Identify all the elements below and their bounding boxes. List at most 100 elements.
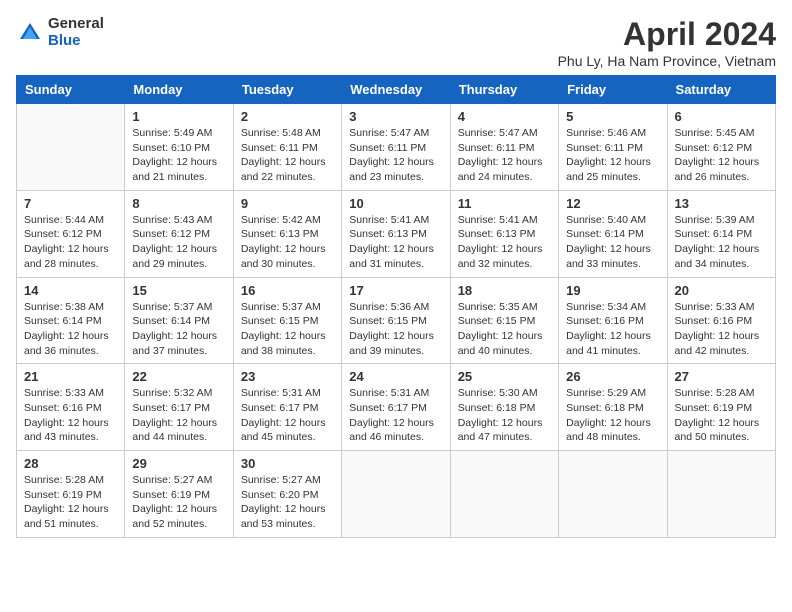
calendar-cell: 8 Sunrise: 5:43 AMSunset: 6:12 PMDaylight… [125,190,233,277]
cell-info: Sunrise: 5:41 AMSunset: 6:13 PMDaylight:… [458,213,551,272]
calendar-cell: 17 Sunrise: 5:36 AMSunset: 6:15 PMDayligh… [342,277,450,364]
calendar-cell [342,451,450,538]
day-number: 5 [566,109,659,124]
day-number: 30 [241,456,334,471]
day-number: 18 [458,283,551,298]
calendar-table: SundayMondayTuesdayWednesdayThursdayFrid… [16,75,776,538]
calendar-cell: 25Sunrise: 5:30 AMSunset: 6:18 PMDayligh… [450,364,558,451]
calendar-cell: 27 Sunrise: 5:28 AMSunset: 6:19 PMDayligh… [667,364,775,451]
cell-info: Sunrise: 5:27 AMSunset: 6:20 PMDaylight:… [241,473,334,532]
logo-general-text: General [48,16,104,33]
calendar-cell: 4 Sunrise: 5:47 AMSunset: 6:11 PMDaylight… [450,104,558,191]
calendar-cell: 21Sunrise: 5:33 AMSunset: 6:16 PMDayligh… [17,364,125,451]
calendar-cell: 30 Sunrise: 5:27 AMSunset: 6:20 PMDayligh… [233,451,341,538]
calendar-cell: 14 Sunrise: 5:38 AMSunset: 6:14 PMDayligh… [17,277,125,364]
day-number: 28 [24,456,117,471]
cell-info: Sunrise: 5:47 AMSunset: 6:11 PMDaylight:… [458,126,551,185]
calendar-cell: 15 Sunrise: 5:37 AMSunset: 6:14 PMDayligh… [125,277,233,364]
day-number: 15 [132,283,225,298]
cell-info: Sunrise: 5:34 AMSunset: 6:16 PMDaylight:… [566,300,659,359]
day-number: 23 [241,369,334,384]
day-number: 11 [458,196,551,211]
cell-info: Sunrise: 5:33 AMSunset: 6:16 PMDaylight:… [675,300,768,359]
calendar-cell: 29 Sunrise: 5:27 AMSunset: 6:19 PMDayligh… [125,451,233,538]
cell-info: Sunrise: 5:39 AMSunset: 6:14 PMDaylight:… [675,213,768,272]
calendar-cell: 28 Sunrise: 5:28 AMSunset: 6:19 PMDayligh… [17,451,125,538]
week-row-5: 28 Sunrise: 5:28 AMSunset: 6:19 PMDayligh… [17,451,776,538]
cell-info: Sunrise: 5:28 AMSunset: 6:19 PMDaylight:… [24,473,117,532]
cell-info: Sunrise: 5:27 AMSunset: 6:19 PMDaylight:… [132,473,225,532]
calendar-cell: 12Sunrise: 5:40 AMSunset: 6:14 PMDayligh… [559,190,667,277]
calendar-cell: 1 Sunrise: 5:49 AMSunset: 6:10 PMDaylight… [125,104,233,191]
header-cell-tuesday: Tuesday [233,76,341,104]
day-number: 4 [458,109,551,124]
cell-info: Sunrise: 5:37 AMSunset: 6:14 PMDaylight:… [132,300,225,359]
calendar-cell: 7Sunrise: 5:44 AMSunset: 6:12 PMDaylight… [17,190,125,277]
day-number: 9 [241,196,334,211]
calendar-cell: 13 Sunrise: 5:39 AMSunset: 6:14 PMDayligh… [667,190,775,277]
calendar-cell: 24Sunrise: 5:31 AMSunset: 6:17 PMDayligh… [342,364,450,451]
day-number: 27 [675,369,768,384]
cell-info: Sunrise: 5:33 AMSunset: 6:16 PMDaylight:… [24,386,117,445]
cell-info: Sunrise: 5:47 AMSunset: 6:11 PMDaylight:… [349,126,442,185]
calendar-cell: 10 Sunrise: 5:41 AMSunset: 6:13 PMDayligh… [342,190,450,277]
calendar-cell: 22Sunrise: 5:32 AMSunset: 6:17 PMDayligh… [125,364,233,451]
calendar-header: SundayMondayTuesdayWednesdayThursdayFrid… [17,76,776,104]
calendar-body: 1 Sunrise: 5:49 AMSunset: 6:10 PMDaylight… [17,104,776,538]
cell-info: Sunrise: 5:28 AMSunset: 6:19 PMDaylight:… [675,386,768,445]
header-cell-friday: Friday [559,76,667,104]
calendar-cell: 6Sunrise: 5:45 AMSunset: 6:12 PMDaylight… [667,104,775,191]
cell-info: Sunrise: 5:30 AMSunset: 6:18 PMDaylight:… [458,386,551,445]
week-row-1: 1 Sunrise: 5:49 AMSunset: 6:10 PMDaylight… [17,104,776,191]
day-number: 10 [349,196,442,211]
day-number: 26 [566,369,659,384]
day-number: 29 [132,456,225,471]
cell-info: Sunrise: 5:36 AMSunset: 6:15 PMDaylight:… [349,300,442,359]
header-cell-thursday: Thursday [450,76,558,104]
page-header: General Blue April 2024 Phu Ly, Ha Nam P… [16,16,776,69]
logo: General Blue [16,16,104,49]
header-cell-monday: Monday [125,76,233,104]
calendar-cell: 26 Sunrise: 5:29 AMSunset: 6:18 PMDayligh… [559,364,667,451]
calendar-title: April 2024 [558,16,776,53]
header-cell-sunday: Sunday [17,76,125,104]
cell-info: Sunrise: 5:42 AMSunset: 6:13 PMDaylight:… [241,213,334,272]
day-number: 20 [675,283,768,298]
day-number: 3 [349,109,442,124]
header-row: SundayMondayTuesdayWednesdayThursdayFrid… [17,76,776,104]
day-number: 17 [349,283,442,298]
day-number: 16 [241,283,334,298]
cell-info: Sunrise: 5:29 AMSunset: 6:18 PMDaylight:… [566,386,659,445]
calendar-cell: 16 Sunrise: 5:37 AMSunset: 6:15 PMDayligh… [233,277,341,364]
cell-info: Sunrise: 5:46 AMSunset: 6:11 PMDaylight:… [566,126,659,185]
day-number: 8 [132,196,225,211]
cell-info: Sunrise: 5:41 AMSunset: 6:13 PMDaylight:… [349,213,442,272]
calendar-cell [450,451,558,538]
day-number: 14 [24,283,117,298]
cell-info: Sunrise: 5:40 AMSunset: 6:14 PMDaylight:… [566,213,659,272]
calendar-cell: 18Sunrise: 5:35 AMSunset: 6:15 PMDayligh… [450,277,558,364]
day-number: 19 [566,283,659,298]
calendar-cell: 3 Sunrise: 5:47 AMSunset: 6:11 PMDaylight… [342,104,450,191]
calendar-cell: 11 Sunrise: 5:41 AMSunset: 6:13 PMDayligh… [450,190,558,277]
cell-info: Sunrise: 5:49 AMSunset: 6:10 PMDaylight:… [132,126,225,185]
header-cell-wednesday: Wednesday [342,76,450,104]
day-number: 22 [132,369,225,384]
cell-info: Sunrise: 5:31 AMSunset: 6:17 PMDaylight:… [349,386,442,445]
calendar-cell: 5 Sunrise: 5:46 AMSunset: 6:11 PMDaylight… [559,104,667,191]
calendar-cell: 20 Sunrise: 5:33 AMSunset: 6:16 PMDayligh… [667,277,775,364]
calendar-cell [667,451,775,538]
day-number: 1 [132,109,225,124]
day-number: 6 [675,109,768,124]
cell-info: Sunrise: 5:37 AMSunset: 6:15 PMDaylight:… [241,300,334,359]
calendar-cell [559,451,667,538]
logo-icon [16,19,44,47]
cell-info: Sunrise: 5:38 AMSunset: 6:14 PMDaylight:… [24,300,117,359]
cell-info: Sunrise: 5:43 AMSunset: 6:12 PMDaylight:… [132,213,225,272]
day-number: 13 [675,196,768,211]
calendar-subtitle: Phu Ly, Ha Nam Province, Vietnam [558,53,776,69]
logo-blue-text: Blue [48,33,104,50]
calendar-cell: 2Sunrise: 5:48 AMSunset: 6:11 PMDaylight… [233,104,341,191]
week-row-4: 21Sunrise: 5:33 AMSunset: 6:16 PMDayligh… [17,364,776,451]
cell-info: Sunrise: 5:31 AMSunset: 6:17 PMDaylight:… [241,386,334,445]
